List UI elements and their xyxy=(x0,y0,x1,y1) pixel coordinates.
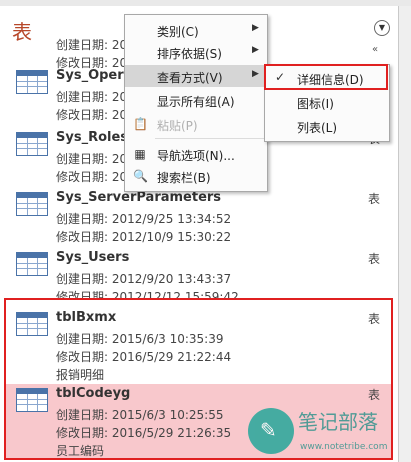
table-icon xyxy=(16,252,48,276)
submenu-item-label: 列表(L) xyxy=(297,121,338,135)
created-date: 创建日期: 201 xyxy=(56,152,135,166)
menu-item-label: 粘贴(P) xyxy=(157,119,198,133)
menu-item-show-all-groups[interactable]: 显示所有组(A) xyxy=(125,89,267,111)
table-icon xyxy=(16,192,48,216)
menu-item-search-bar[interactable]: 🔍 搜索栏(B) xyxy=(125,165,267,187)
table-name: Sys_Users xyxy=(56,250,130,265)
menu-item-label: 类别(C) xyxy=(157,25,199,39)
submenu-item-icon[interactable]: 图标(I) xyxy=(265,91,389,113)
table-item[interactable]: Sys_Users 表 创建日期: 2012/9/20 13:43:37 修改日… xyxy=(8,248,392,300)
submenu-arrow-icon: ▶ xyxy=(252,69,259,79)
modified-date: 修改日期: 201 xyxy=(56,170,135,184)
menu-item-view-by[interactable]: 查看方式(V) ▶ xyxy=(125,65,267,87)
watermark: ✎ 笔记部落 www.notetribe.com xyxy=(248,404,408,460)
object-type: 表 xyxy=(368,192,381,206)
modified-date: 修改日期: 201 xyxy=(56,108,135,122)
vertical-scrollbar[interactable] xyxy=(399,6,411,462)
submenu-highlight-box xyxy=(264,64,388,90)
paste-icon: 📋 xyxy=(133,117,148,131)
menu-item-label: 搜索栏(B) xyxy=(157,171,211,185)
table-item[interactable]: Sys_ServerParameters 表 创建日期: 2012/9/25 1… xyxy=(8,188,392,248)
menu-item-label: 导航选项(N)... xyxy=(157,149,235,163)
table-icon xyxy=(16,70,48,94)
menu-item-label: 排序依据(S) xyxy=(157,47,222,61)
created-date: 创建日期: 2012/9/20 13:43:37 xyxy=(56,272,232,286)
created-date: 创建日期: 201 xyxy=(56,38,135,52)
menu-item-sort-by[interactable]: 排序依据(S) ▶ xyxy=(125,41,267,63)
created-date: 创建日期: 201 xyxy=(56,90,135,104)
watermark-url: www.notetribe.com xyxy=(300,442,388,452)
search-icon: 🔍 xyxy=(133,169,148,183)
navigation-options-icon: ▦ xyxy=(134,147,146,161)
table-name: Sys_ServerParameters xyxy=(56,190,222,205)
menu-item-paste[interactable]: 📋 粘贴(P) xyxy=(125,113,267,135)
menu-item-label: 查看方式(V) xyxy=(157,71,223,85)
submenu-item-label: 图标(I) xyxy=(297,97,334,111)
submenu-arrow-icon: ▶ xyxy=(252,23,259,33)
context-menu: 类别(C) ▶ 排序依据(S) ▶ 查看方式(V) ▶ 显示所有组(A) 📋 粘… xyxy=(124,14,268,192)
modified-date: 修改日期: 2012/10/9 15:30:22 xyxy=(56,230,232,244)
pen-icon: ✎ xyxy=(248,408,294,454)
menu-separator xyxy=(155,138,265,139)
table-name: Sys_Roles xyxy=(56,130,129,145)
submenu-item-list[interactable]: 列表(L) xyxy=(265,115,389,137)
object-type: 表 xyxy=(368,252,381,266)
pen-glyph: ✎ xyxy=(260,418,277,442)
watermark-title: 笔记部落 xyxy=(298,410,378,434)
menu-item-label: 显示所有组(A) xyxy=(157,95,235,109)
menu-item-navigation-options[interactable]: ▦ 导航选项(N)... xyxy=(125,143,267,165)
menu-item-category[interactable]: 类别(C) ▶ xyxy=(125,19,267,41)
submenu-arrow-icon: ▶ xyxy=(252,45,259,55)
created-date: 创建日期: 2012/9/25 13:34:52 xyxy=(56,212,232,226)
table-icon xyxy=(16,132,48,156)
